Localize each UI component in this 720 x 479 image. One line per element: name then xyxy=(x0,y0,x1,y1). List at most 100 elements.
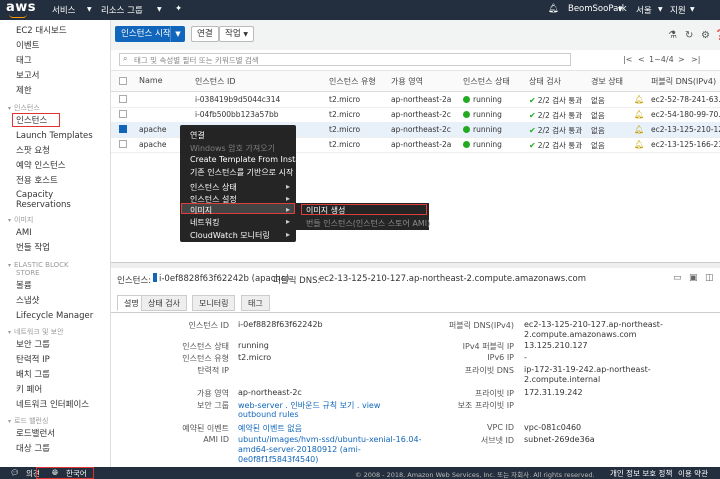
sidebar-item-target-groups[interactable]: 대상 그룹 xyxy=(16,444,50,454)
menu-item-create-image[interactable]: 이미지 생성 xyxy=(306,205,345,216)
help-icon[interactable]: ❓ xyxy=(714,30,720,41)
sidebar-item-capacity-reservations[interactable]: Capacity xyxy=(16,190,53,200)
chevron-down-icon: ▼ xyxy=(658,6,663,13)
label-security-groups: 보안 그룹 xyxy=(197,401,229,410)
sidebar-item-reserved-instances[interactable]: 예약 인스턴스 xyxy=(16,161,66,171)
sidebar-item-bundle-tasks[interactable]: 번들 작업 xyxy=(16,243,50,253)
alarm-bell-icon[interactable]: 🔔︎ xyxy=(634,95,644,104)
sidebar-item-spot-requests[interactable]: 스팟 요청 xyxy=(16,146,50,156)
gear-icon[interactable]: ⚙ xyxy=(701,30,710,41)
column-header-status-check[interactable]: 상태 검사 xyxy=(529,76,561,87)
privacy-policy-link[interactable]: 개인 정보 보호 정책 xyxy=(610,468,672,479)
sidebar-item-ec2-dashboard[interactable]: EC2 대시보드 xyxy=(16,26,67,36)
first-page-icon[interactable]: |< xyxy=(623,55,632,64)
next-page-icon[interactable]: > xyxy=(678,55,685,64)
value-scheduled-events-link[interactable]: 예약된 이벤트 없음 xyxy=(238,423,302,434)
sidebar-section-instances[interactable]: ▾ 인스턴스 xyxy=(8,104,40,113)
alarm-bell-icon[interactable]: 🔔︎ xyxy=(634,125,644,134)
sidebar-section-network[interactable]: ▾ 네트워크 및 보안 xyxy=(8,328,64,337)
bell-icon[interactable]: 🔔︎ xyxy=(548,4,559,14)
cell-state: running xyxy=(463,95,502,104)
support-menu[interactable]: 지원 xyxy=(670,4,686,16)
sidebar-item-security-groups[interactable]: 보안 그룹 xyxy=(16,340,50,350)
last-page-icon[interactable]: >| xyxy=(691,55,700,64)
row-checkbox[interactable] xyxy=(119,140,127,148)
sidebar-item-capacity-reservations-line2[interactable]: Reservations xyxy=(16,200,71,210)
restore-pane-icon[interactable]: ◫ xyxy=(705,273,714,283)
resource-groups-menu[interactable]: 리소스 그룹 xyxy=(101,4,143,16)
actions-button[interactable]: 작업 ▼ xyxy=(219,26,254,42)
menu-item-launch-more-like-this[interactable]: 기존 인스턴스를 기반으로 시작 xyxy=(190,167,293,178)
sidebar-item-events[interactable]: 이벤트 xyxy=(16,41,39,51)
terms-link[interactable]: 이용 약관 xyxy=(678,468,708,479)
launch-instance-button[interactable]: 인스턴스 시작 ▼ xyxy=(115,26,185,42)
sidebar-item-volumes[interactable]: 볼륨 xyxy=(16,281,32,291)
detail-header: 인스턴스: i-0ef8828f63f62242b (apache) 퍼블릭 D… xyxy=(111,268,720,288)
sidebar-item-tags[interactable]: 태그 xyxy=(16,56,32,66)
maximize-pane-icon[interactable]: ▣ xyxy=(689,273,698,283)
sidebar-item-limits[interactable]: 제한 xyxy=(16,86,32,96)
search-input[interactable]: ⌕ 태그 및 속성별 필터 또는 키워드별 검색 xyxy=(119,53,571,66)
row-checkbox[interactable] xyxy=(119,95,127,103)
column-header-type[interactable]: 인스턴스 유형 xyxy=(329,76,376,87)
menu-item-networking[interactable]: 네트워킹 ▸ xyxy=(190,217,290,228)
select-all-checkbox[interactable] xyxy=(119,77,127,85)
close-pane-icon[interactable]: ▭ xyxy=(673,273,682,283)
menu-item-create-template[interactable]: Create Template From Instance xyxy=(190,155,315,164)
sidebar-item-dedicated-hosts[interactable]: 전용 호스트 xyxy=(16,176,58,186)
column-header-az[interactable]: 가용 영역 xyxy=(391,76,423,87)
value-ami-id-link[interactable]: ubuntu/images/hvm-ssd/ubuntu-xenial-16.0… xyxy=(238,435,421,444)
value-vpc-id[interactable]: vpc-081c0460 xyxy=(524,423,581,432)
row-checkbox[interactable] xyxy=(119,125,127,133)
chevron-down-icon[interactable]: ▼ xyxy=(170,26,185,42)
value-ami-id-link-line2[interactable]: amd64-server-20180912 (ami- xyxy=(238,445,361,454)
value-subnet-id[interactable]: subnet-269de36a xyxy=(524,435,595,444)
running-status-icon xyxy=(463,111,470,118)
sidebar-item-lifecycle-manager[interactable]: Lifecycle Manager xyxy=(16,311,93,321)
column-header-instance-id[interactable]: 인스턴스 ID xyxy=(195,76,236,87)
menu-item-connect[interactable]: 연결 xyxy=(190,130,205,141)
refresh-icon[interactable]: ↻ xyxy=(685,30,693,41)
tab-tags[interactable]: 태그 xyxy=(241,295,270,311)
sidebar-section-images[interactable]: ▾ 이미지 xyxy=(8,216,33,225)
caret-down-icon: ▾ xyxy=(8,262,12,269)
sidebar-item-snapshots[interactable]: 스냅샷 xyxy=(16,296,39,306)
alarm-bell-icon[interactable]: 🔔︎ xyxy=(634,140,644,149)
sidebar-item-network-interfaces[interactable]: 네트워크 인터페이스 xyxy=(16,400,89,410)
value-security-groups-link-line2[interactable]: outbound rules xyxy=(238,410,299,419)
sidebar-item-key-pairs[interactable]: 키 페어 xyxy=(16,385,42,395)
check-label: 2/2 검사 통과 xyxy=(537,96,583,105)
aws-logo[interactable]: aws xyxy=(6,0,36,15)
sidebar-item-ami[interactable]: AMI xyxy=(16,228,32,238)
connect-button[interactable]: 연결 xyxy=(191,26,219,42)
flask-icon[interactable]: ⚗ xyxy=(668,30,677,41)
label-private-dns: 프라이빗 DNS xyxy=(464,366,514,375)
value-ami-id-link-line3[interactable]: 0e0f8f1f5843f4540) xyxy=(238,455,318,464)
tab-status-checks[interactable]: 상태 검사 xyxy=(141,295,187,311)
sidebar-item-placement-groups[interactable]: 배치 그룹 xyxy=(16,370,50,380)
speech-bubble-icon: 💬︎ xyxy=(10,468,20,477)
column-header-state[interactable]: 인스턴스 상태 xyxy=(463,76,510,87)
table-row[interactable]: i-04fb500bb123a57bb t2.micro ap-northeas… xyxy=(111,107,720,123)
pin-icon[interactable]: ✦ xyxy=(175,4,182,14)
prev-page-icon[interactable]: < xyxy=(638,55,645,64)
sidebar-section-load-balancing[interactable]: ▾ 로드 밸런싱 xyxy=(8,417,48,426)
column-header-alarm[interactable]: 경보 상태 xyxy=(591,76,623,87)
region-menu[interactable]: 서울 xyxy=(636,4,652,16)
sidebar-item-elastic-ips[interactable]: 탄력적 IP xyxy=(16,355,50,365)
label-private-ip: 프라이빗 IP xyxy=(474,389,514,398)
column-header-name[interactable]: Name xyxy=(139,76,163,85)
menu-item-image[interactable]: 이미지 ▸ xyxy=(190,205,290,216)
sidebar-item-launch-templates[interactable]: Launch Templates xyxy=(16,131,93,141)
alarm-bell-icon[interactable]: 🔔︎ xyxy=(634,110,644,119)
menu-item-instance-state[interactable]: 인스턴스 상태 ▸ xyxy=(190,182,290,193)
table-row[interactable]: i-038419b9d5044c314 t2.micro ap-northeas… xyxy=(111,92,720,108)
sidebar-item-reports[interactable]: 보고서 xyxy=(16,71,39,81)
sidebar-item-load-balancers[interactable]: 로드밸런서 xyxy=(16,429,55,439)
cell-instance-id: i-038419b9d5044c314 xyxy=(195,95,281,104)
row-checkbox[interactable] xyxy=(119,110,127,118)
menu-item-cloudwatch[interactable]: CloudWatch 모니터링 ▸ xyxy=(190,230,290,241)
services-menu[interactable]: 서비스 xyxy=(52,4,75,16)
column-header-public-dns[interactable]: 퍼블릭 DNS(IPv4) xyxy=(651,76,716,87)
tab-monitoring[interactable]: 모니터링 xyxy=(192,295,236,311)
